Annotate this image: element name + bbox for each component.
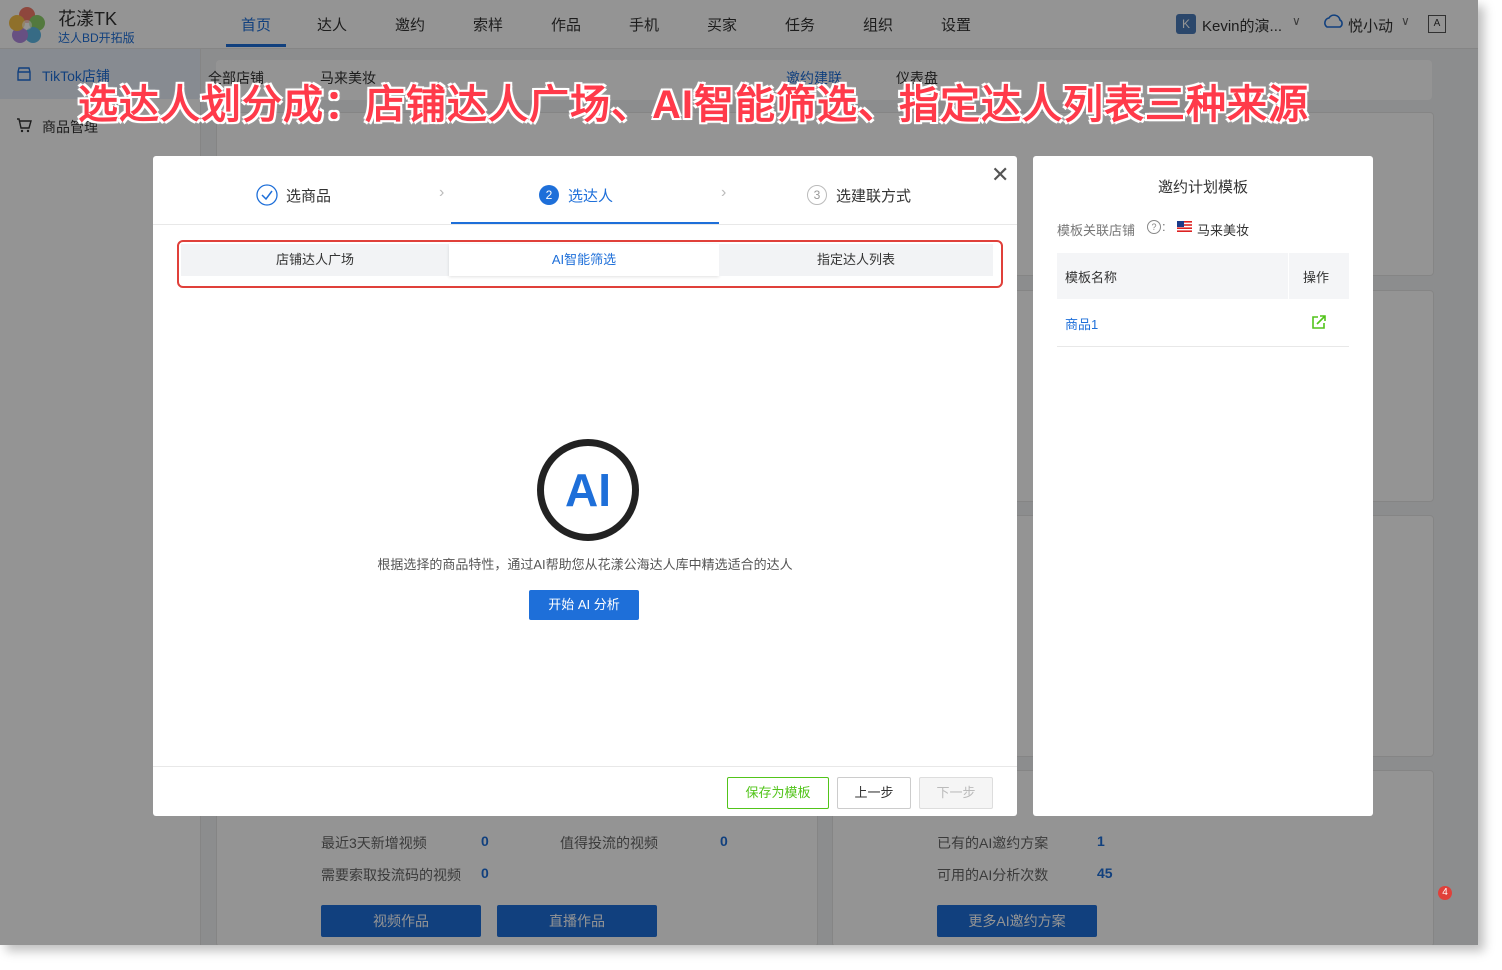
step-select-product: 选商品 bbox=[286, 188, 332, 205]
open-external-icon[interactable] bbox=[1311, 314, 1327, 330]
app-window: 花漾TK 达人BD开拓版 首页 达人 邀约 索样 作品 手机 买家 任务 组织 … bbox=[0, 0, 1478, 945]
template-panel: 邀约计划模板 模板关联店铺 ? : 马来美妆 模板名称 操作 商品1 bbox=[1033, 156, 1373, 816]
tab-ai-screening[interactable]: AI智能筛选 bbox=[449, 244, 719, 276]
help-icon[interactable]: ? bbox=[1147, 220, 1161, 234]
select-creators-dialog: ✕ 选商品 › 2 选达人 › 3 选建联方式 店铺达人广场 AI智能筛选 指定… bbox=[153, 156, 1017, 816]
template-row-name[interactable]: 商品1 bbox=[1065, 314, 1098, 333]
save-template-button[interactable]: 保存为模板 bbox=[727, 777, 829, 809]
chevron-right-icon: › bbox=[439, 184, 445, 201]
column-header-name: 模板名称 bbox=[1065, 270, 1118, 285]
ai-logo-icon: AI bbox=[537, 439, 639, 541]
prev-step-button[interactable]: 上一步 bbox=[837, 777, 911, 809]
step-number: 2 bbox=[539, 185, 559, 205]
column-header-action: 操作 bbox=[1303, 270, 1330, 285]
colon: : bbox=[1162, 219, 1166, 234]
chevron-right-icon: › bbox=[721, 184, 727, 201]
annotation-banner: 选达人划分成：店铺达人广场、AI智能筛选、指定达人列表三种来源 bbox=[78, 83, 1309, 127]
template-store-name: 马来美妆 bbox=[1197, 223, 1250, 238]
footer-divider bbox=[153, 766, 1017, 767]
column-divider bbox=[1288, 253, 1289, 299]
stepper: 选商品 › 2 选达人 › 3 选建联方式 bbox=[153, 156, 1017, 225]
ai-logo-text: AI bbox=[565, 464, 611, 516]
tab-store-creator-plaza[interactable]: 店铺达人广场 bbox=[181, 244, 449, 276]
step-select-creator: 选达人 bbox=[568, 188, 614, 205]
notification-badge[interactable]: 4 bbox=[1438, 886, 1452, 900]
step-done-icon bbox=[256, 184, 278, 206]
flag-icon bbox=[1177, 221, 1192, 232]
step-contact-method: 选建联方式 bbox=[836, 188, 912, 205]
ai-description: 根据选择的商品特性，通过AI帮助您从花漾公海达人库中精选适合的达人 bbox=[377, 557, 793, 572]
step-number: 3 bbox=[807, 185, 827, 205]
store-label: 模板关联店铺 bbox=[1057, 223, 1136, 238]
row-divider bbox=[1057, 346, 1349, 347]
tab-specified-creator-list[interactable]: 指定达人列表 bbox=[719, 244, 993, 276]
step-active-indicator bbox=[451, 222, 719, 224]
next-step-button[interactable]: 下一步 bbox=[919, 777, 993, 809]
template-panel-title: 邀约计划模板 bbox=[1157, 179, 1248, 196]
start-ai-analysis-button[interactable]: 开始 AI 分析 bbox=[529, 590, 639, 620]
